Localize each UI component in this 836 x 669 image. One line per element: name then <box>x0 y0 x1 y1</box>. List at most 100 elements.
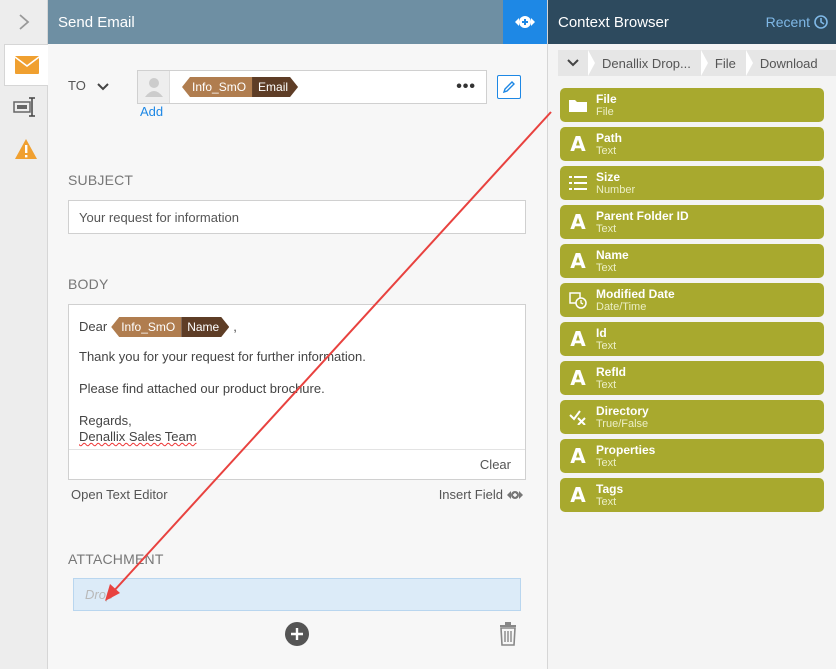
context-field-properties[interactable]: A Properties Text <box>560 439 824 473</box>
field-type: Number <box>596 183 636 196</box>
left-rail <box>0 0 49 669</box>
edit-recipients-button[interactable] <box>497 75 521 99</box>
body-line: Regards, <box>79 413 132 428</box>
body-line: Please find attached our product brochur… <box>79 381 325 396</box>
field-type: File <box>596 105 614 118</box>
context-field-parent-folder-id[interactable]: A Parent Folder ID Text <box>560 205 824 239</box>
attachment-label: ATTACHMENT <box>68 551 164 567</box>
text-icon: A <box>570 210 586 234</box>
subject-label: SUBJECT <box>68 172 134 188</box>
breadcrumb: Denallix Drop... File Download <box>558 50 836 76</box>
text-icon: A <box>570 444 586 468</box>
trash-icon <box>500 622 516 646</box>
context-field-list: File File A Path Text Size Number A Parent Folde… <box>560 88 836 512</box>
field-name: RefId <box>596 364 626 379</box>
text-icon: A <box>570 483 586 507</box>
tag-source: Info_SmO <box>182 77 253 97</box>
breadcrumb-item[interactable]: Download <box>745 50 828 76</box>
plus-circle-icon <box>285 622 309 646</box>
open-text-editor-link[interactable]: Open Text Editor <box>71 487 168 502</box>
context-field-refid[interactable]: A RefId Text <box>560 361 824 395</box>
context-field-id[interactable]: A Id Text <box>560 322 824 356</box>
text-icon: A <box>570 249 586 273</box>
field-type: Text <box>596 261 617 274</box>
insert-field-button[interactable]: Insert Field <box>439 487 523 502</box>
expand-chevron-icon[interactable] <box>0 0 47 44</box>
name-field-tag[interactable]: Info_SmO Name <box>111 317 229 337</box>
field-name: Size <box>596 169 621 184</box>
add-context-button[interactable] <box>503 0 547 44</box>
body-footer: Clear <box>69 449 525 479</box>
to-label: TO <box>68 78 86 93</box>
context-field-file[interactable]: File File <box>560 88 824 122</box>
boolean-icon <box>560 409 596 425</box>
context-field-directory[interactable]: Directory True/False <box>560 400 824 434</box>
body-editor[interactable]: Dear Info_SmO Name , Thank you for your … <box>68 304 526 480</box>
text-field-tab[interactable] <box>4 86 48 128</box>
to-recipients-field[interactable]: Info_SmO Email ••• <box>137 70 487 104</box>
field-type: Text <box>596 222 617 235</box>
field-type: Text <box>596 378 617 391</box>
tag-source: Info_SmO <box>111 317 182 337</box>
tag-field: Name <box>181 317 229 337</box>
datetime-icon <box>560 291 596 309</box>
field-name: Parent Folder ID <box>596 208 689 223</box>
body-greeting-suffix: , <box>233 319 237 334</box>
context-field-name[interactable]: A Name Text <box>560 244 824 278</box>
folder-icon <box>560 98 596 112</box>
warning-icon <box>15 139 37 159</box>
breadcrumb-item[interactable]: Denallix Drop... <box>588 50 708 76</box>
body-signature: Denallix Sales Team <box>79 429 515 445</box>
context-browser-panel: Context Browser Recent Denallix Drop... … <box>547 0 836 669</box>
chevron-down-icon <box>97 82 109 90</box>
more-options-icon[interactable]: ••• <box>456 78 476 96</box>
field-name: Modified Date <box>596 286 675 301</box>
body-label: BODY <box>68 276 109 292</box>
context-field-size[interactable]: Size Number <box>560 166 824 200</box>
context-header: Context Browser Recent <box>548 0 836 44</box>
drop-placeholder: Drop <box>85 587 114 602</box>
text-icon: A <box>570 132 586 156</box>
text-icon: A <box>570 327 586 351</box>
field-type: Text <box>596 456 617 469</box>
avatar <box>138 71 170 103</box>
delete-attachment-button[interactable] <box>499 622 517 649</box>
field-name: Id <box>596 325 607 340</box>
send-email-panel: Send Email TO Info_SmO Email ••• Add SUB… <box>48 0 547 669</box>
field-name: Directory <box>596 403 649 418</box>
recent-label: Recent <box>765 14 810 30</box>
breadcrumb-dropdown[interactable] <box>558 50 595 76</box>
field-name: Tags <box>596 481 624 496</box>
field-type: Text <box>596 495 617 508</box>
attachment-drop-zone[interactable]: Drop <box>73 578 521 611</box>
pencil-icon <box>502 81 515 94</box>
email-tab[interactable] <box>4 44 49 86</box>
body-line: Thank you for your request for further i… <box>79 349 366 364</box>
panel-header: Send Email <box>48 0 547 44</box>
body-greeting: Dear <box>79 319 108 334</box>
subject-input[interactable]: Your request for information <box>68 200 526 234</box>
number-icon <box>560 175 596 191</box>
chevron-down-icon <box>567 59 579 67</box>
warning-tab[interactable] <box>4 128 48 170</box>
add-attachment-button[interactable] <box>285 622 309 649</box>
text-icon: A <box>570 366 586 390</box>
add-recipient-link[interactable]: Add <box>140 104 163 119</box>
field-name: Properties <box>596 442 656 457</box>
context-field-modified-date[interactable]: Modified Date Date/Time <box>560 283 824 317</box>
context-field-path[interactable]: A Path Text <box>560 127 824 161</box>
clear-button[interactable]: Clear <box>480 457 511 472</box>
user-icon <box>144 78 163 97</box>
plus-arrows-icon <box>515 16 535 28</box>
field-name: Path <box>596 130 623 145</box>
clock-icon <box>814 15 828 29</box>
context-field-tags[interactable]: A Tags Text <box>560 478 824 512</box>
to-dropdown[interactable]: TO <box>68 78 110 93</box>
envelope-icon <box>15 56 39 74</box>
field-type: Date/Time <box>596 300 647 313</box>
panel-title: Send Email <box>58 13 135 31</box>
field-type: Text <box>596 144 617 157</box>
context-title: Context Browser <box>558 13 669 31</box>
email-field-tag[interactable]: Info_SmO Email <box>182 77 298 97</box>
recent-button[interactable]: Recent <box>766 14 828 30</box>
